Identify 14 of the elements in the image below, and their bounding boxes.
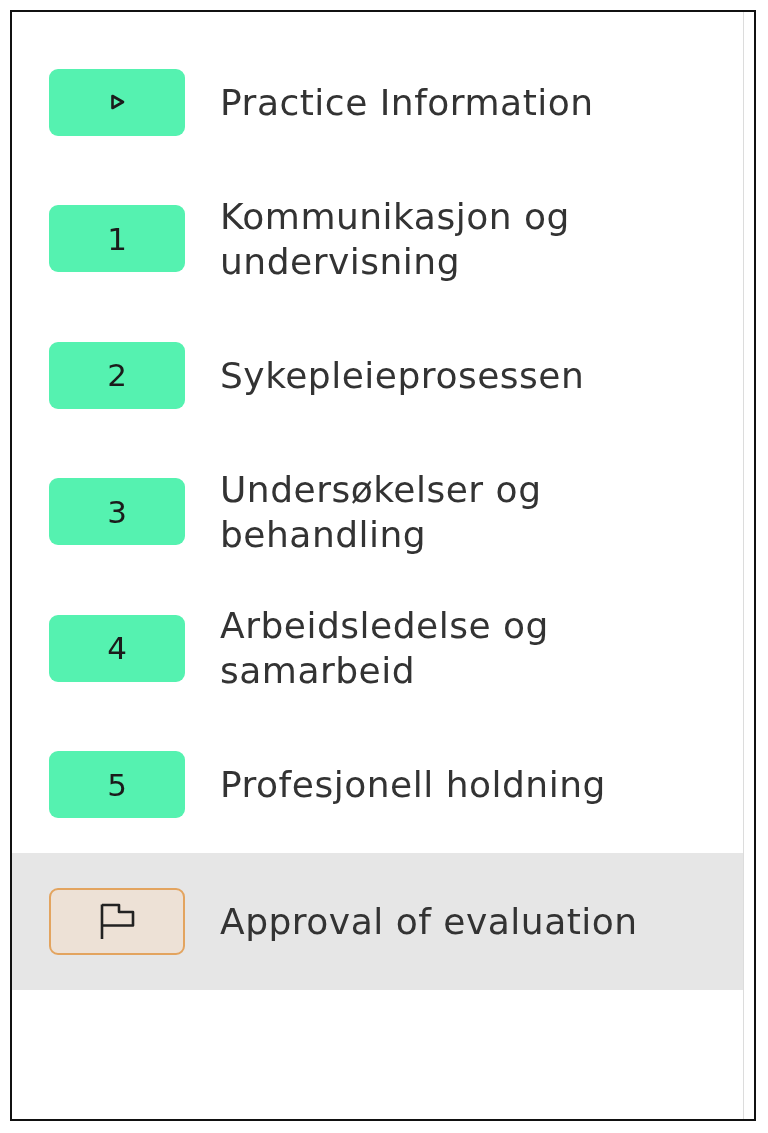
play-icon xyxy=(109,94,125,111)
nav-item[interactable]: 3 Undersøkelser og behandling xyxy=(12,443,743,580)
step-badge: 2 xyxy=(49,341,185,409)
step-badge: 5 xyxy=(49,751,185,819)
nav-item[interactable]: 4 Arbeidsledelse og samarbeid xyxy=(12,580,743,717)
nav-item[interactable]: 5 Profesjonell holdning xyxy=(12,716,743,853)
nav-item[interactable]: Approval of evaluation xyxy=(12,853,743,990)
step-badge: 3 xyxy=(49,478,185,546)
flag-icon xyxy=(99,902,135,940)
step-badge: 4 xyxy=(49,614,185,682)
nav-item[interactable]: 1 Kommunikasjon og undervisning xyxy=(12,170,743,307)
nav-item[interactable]: 2 Sykepleieprosessen xyxy=(12,307,743,444)
step-badge: 1 xyxy=(49,205,185,273)
nav-item[interactable]: Practice Information xyxy=(12,34,743,171)
